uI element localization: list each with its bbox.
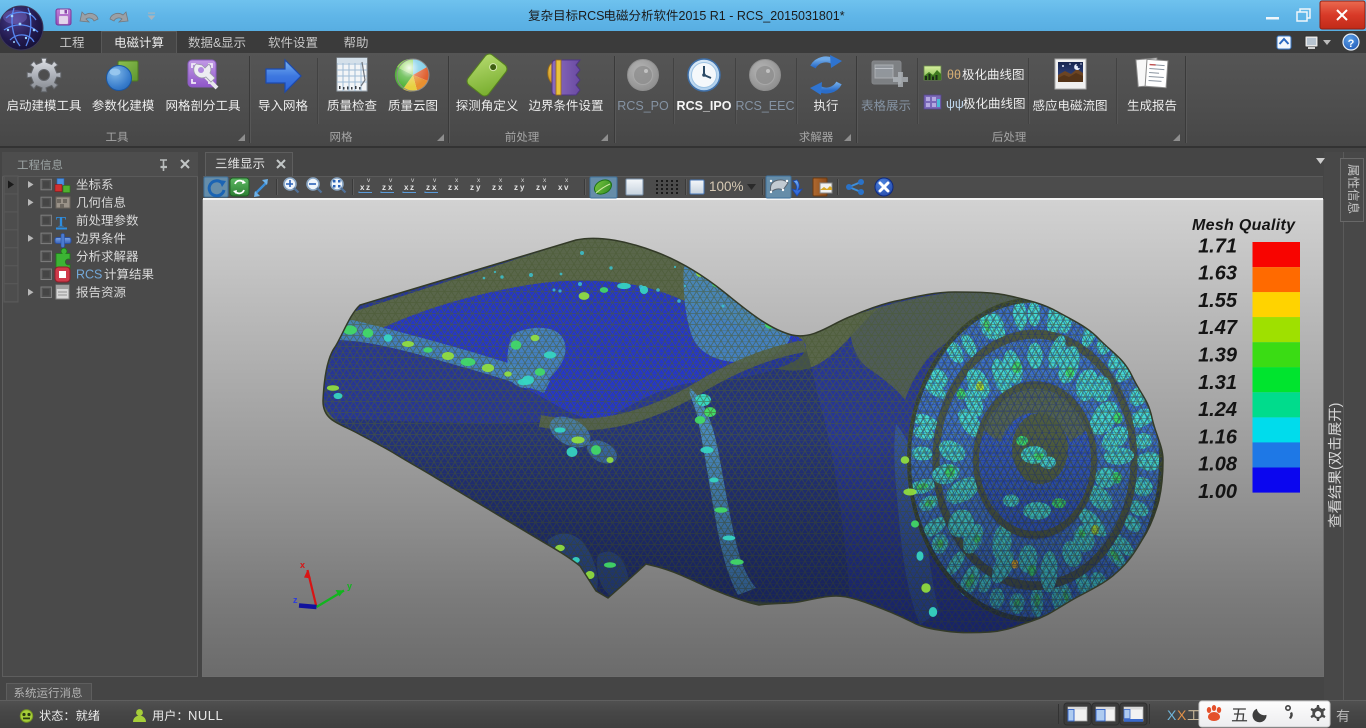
svg-text:1.00: 1.00 bbox=[1198, 481, 1237, 503]
svg-text:z: z bbox=[426, 183, 430, 192]
svg-text:RCS_EEC: RCS_EEC bbox=[735, 99, 794, 113]
svg-text:100%: 100% bbox=[709, 179, 744, 194]
svg-text:z: z bbox=[514, 183, 518, 192]
svg-text:RCS: RCS bbox=[76, 268, 102, 282]
svg-text:2015 R1 - RCS_2015031801*: 2015 R1 - RCS_2015031801* bbox=[679, 9, 845, 23]
svg-text:y: y bbox=[476, 183, 481, 192]
svg-text:ψψ: ψψ bbox=[946, 97, 964, 111]
svg-text:v: v bbox=[367, 177, 371, 184]
svg-text:&: & bbox=[213, 36, 222, 50]
svg-text:1.63: 1.63 bbox=[1198, 263, 1237, 285]
svg-text:X: X bbox=[1177, 707, 1187, 723]
svg-text:Mesh Quality: Mesh Quality bbox=[1192, 217, 1296, 234]
svg-text:1.71: 1.71 bbox=[1198, 235, 1237, 257]
svg-text:x: x bbox=[404, 183, 409, 192]
svg-text:1.16: 1.16 bbox=[1198, 426, 1238, 448]
svg-text:z: z bbox=[448, 183, 452, 192]
svg-text:x: x bbox=[388, 183, 393, 192]
svg-text:z: z bbox=[382, 183, 386, 192]
svg-text:θθ: θθ bbox=[947, 68, 961, 82]
svg-text:z: z bbox=[492, 183, 496, 192]
svg-text:1.24: 1.24 bbox=[1198, 399, 1237, 421]
svg-text:?: ? bbox=[1348, 38, 1355, 50]
svg-text:RCS_PO: RCS_PO bbox=[617, 99, 669, 113]
svg-text:z: z bbox=[536, 183, 540, 192]
svg-text:(: ( bbox=[1328, 465, 1344, 470]
svg-text:z: z bbox=[410, 183, 414, 192]
svg-text:v: v bbox=[411, 177, 415, 184]
svg-text:1.55: 1.55 bbox=[1198, 290, 1238, 312]
svg-text:1.47: 1.47 bbox=[1198, 317, 1238, 339]
svg-text:x: x bbox=[558, 183, 563, 192]
svg-text:z: z bbox=[366, 183, 370, 192]
svg-text:X: X bbox=[1167, 707, 1177, 723]
svg-text:x: x bbox=[498, 183, 503, 192]
svg-text:RCS: RCS bbox=[578, 9, 604, 23]
svg-text:x: x bbox=[360, 183, 365, 192]
svg-text:1.39: 1.39 bbox=[1198, 345, 1238, 367]
svg-text:1.08: 1.08 bbox=[1198, 454, 1238, 476]
svg-text:RCS_IPO: RCS_IPO bbox=[677, 99, 732, 113]
svg-text:1.31: 1.31 bbox=[1198, 372, 1237, 394]
svg-text:): ) bbox=[1328, 402, 1344, 407]
svg-text:z: z bbox=[470, 183, 474, 192]
svg-text:x: x bbox=[454, 183, 459, 192]
svg-text:v: v bbox=[564, 183, 569, 192]
svg-text:x: x bbox=[432, 183, 437, 192]
svg-text:NULL: NULL bbox=[188, 708, 223, 723]
svg-text:v: v bbox=[542, 183, 547, 192]
svg-text:y: y bbox=[520, 183, 525, 192]
